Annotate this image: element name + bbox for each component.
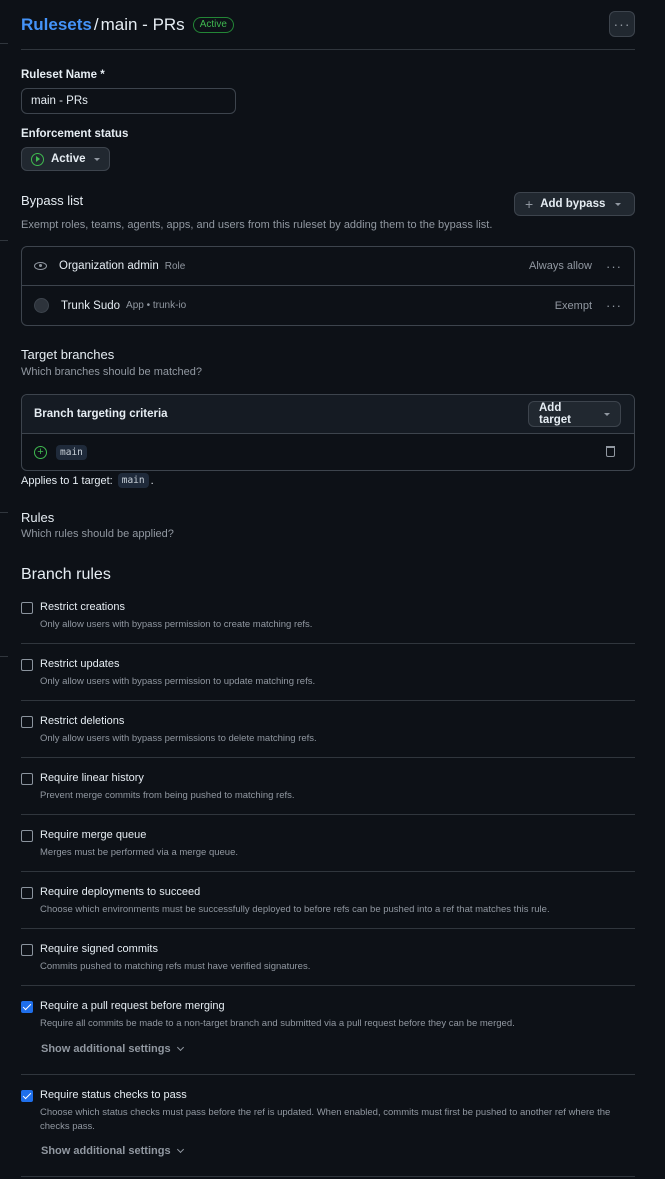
- add-bypass-button[interactable]: + Add bypass: [514, 192, 635, 216]
- rule-title: Require linear history: [40, 772, 144, 784]
- edge-divider: [0, 656, 8, 657]
- show-additional-settings-button[interactable]: Show additional settings: [41, 1043, 184, 1055]
- page-title: main - PRs: [100, 15, 185, 34]
- edge-divider: [0, 240, 8, 241]
- rule-description: Choose which environments must be succes…: [40, 904, 550, 915]
- rule-checkbox[interactable]: [21, 773, 33, 785]
- breadcrumb-separator: /: [93, 15, 99, 34]
- rule-title: Require deployments to succeed: [40, 886, 201, 898]
- chevron-down-icon: [176, 1043, 184, 1052]
- rule-description: Choose which status checks must pass bef…: [40, 1107, 611, 1132]
- enforcement-status-value: Active: [51, 153, 86, 165]
- branch-targeting-title: Branch targeting criteria: [34, 408, 168, 420]
- bypass-list: Organization admin Role Always allow ···…: [21, 246, 635, 326]
- bypass-entry: Organization admin Role Always allow ···: [22, 247, 634, 286]
- bypass-entry-name: Organization admin: [59, 260, 159, 272]
- rule-checkbox[interactable]: [21, 602, 33, 614]
- kebab-horizontal-icon: ···: [613, 16, 631, 32]
- applies-branch: main: [117, 473, 149, 488]
- rule-checkbox[interactable]: [21, 716, 33, 728]
- caret-down-icon: [93, 157, 100, 161]
- rule-checkbox[interactable]: [21, 944, 33, 956]
- branch-rules-title: Branch rules: [21, 566, 111, 583]
- bypass-mode: Always allow: [529, 260, 592, 272]
- rule-title: Require a pull request before merging: [40, 1000, 225, 1012]
- ruleset-name-value: main - PRs: [31, 95, 88, 107]
- rule-description: Commits pushed to matching refs must hav…: [40, 961, 311, 972]
- bypass-entry-meta: Role: [164, 260, 186, 272]
- ruleset-name-label: Ruleset Name *: [21, 69, 105, 81]
- eye-icon: [34, 262, 47, 270]
- applies-suffix: .: [150, 474, 154, 487]
- add-target-label: Add target: [539, 402, 571, 426]
- play-circle-icon: [31, 152, 44, 166]
- target-branch-name: main: [56, 445, 87, 460]
- app-avatar: [34, 298, 49, 313]
- add-bypass-label: Add bypass: [540, 198, 606, 210]
- breadcrumb-rulesets-link[interactable]: Rulesets: [21, 15, 92, 35]
- branch-targeting-box: Branch targeting criteria Add target + m…: [21, 394, 635, 471]
- rule-checkbox[interactable]: [21, 659, 33, 671]
- rule-checkbox[interactable]: [21, 1090, 33, 1102]
- rule-title: Require merge queue: [40, 829, 147, 841]
- rule-description: Only allow users with bypass permission …: [40, 619, 313, 630]
- caret-down-icon: [615, 202, 622, 206]
- applies-to-text: Applies to 1 target: main .: [21, 473, 154, 488]
- kebab-horizontal-icon[interactable]: ···: [606, 259, 622, 274]
- add-target-button[interactable]: Add target: [528, 401, 621, 427]
- plus-circle-icon: +: [34, 446, 47, 459]
- rule-title: Restrict deletions: [40, 715, 125, 727]
- show-additional-settings-label: Show additional settings: [41, 1145, 171, 1157]
- rule-divider: [21, 700, 635, 701]
- rule-divider: [21, 757, 635, 758]
- rule-divider: [21, 1074, 635, 1075]
- bypass-entry-name: Trunk Sudo: [61, 299, 121, 312]
- rule-divider: [21, 1176, 635, 1177]
- rule-divider: [21, 814, 635, 815]
- chevron-down-icon: [176, 1145, 184, 1154]
- rule-description: Merges must be performed via a merge que…: [40, 847, 239, 858]
- bypass-mode: Exempt: [554, 299, 592, 312]
- enforcement-status-dropdown[interactable]: Active: [21, 147, 110, 171]
- bypass-list-subtitle: Exempt roles, teams, agents, apps, and u…: [21, 219, 493, 231]
- rule-checkbox[interactable]: [21, 1001, 33, 1013]
- bypass-list-title: Bypass list: [21, 193, 84, 208]
- target-branches-subtitle: Which branches should be matched?: [21, 366, 202, 378]
- rule-divider: [21, 643, 635, 644]
- rule-description: Require all commits be made to a non-tar…: [40, 1018, 515, 1029]
- rule-checkbox[interactable]: [21, 830, 33, 842]
- status-badge: Active: [192, 17, 234, 33]
- rule-description: Only allow users with bypass permissions…: [40, 733, 317, 744]
- caret-down-icon: [604, 412, 610, 416]
- rule-title: Require status checks to pass: [40, 1089, 187, 1101]
- show-additional-settings-button[interactable]: Show additional settings: [41, 1145, 184, 1157]
- header-divider: [21, 49, 635, 50]
- rule-description: Prevent merge commits from being pushed …: [40, 790, 295, 801]
- applies-prefix: Applies to 1 target:: [21, 474, 113, 487]
- enforcement-status-label: Enforcement status: [21, 128, 129, 140]
- show-additional-settings-label: Show additional settings: [41, 1043, 171, 1055]
- rules-subtitle: Which rules should be applied?: [21, 528, 174, 540]
- more-options-button[interactable]: ···: [609, 11, 635, 37]
- bypass-entry-meta: App • trunk-io: [126, 300, 187, 311]
- page-header: Rulesets / main - PRs Active ···: [21, 11, 635, 39]
- edge-divider: [0, 512, 8, 513]
- rule-divider: [21, 985, 635, 986]
- edge-divider: [0, 43, 8, 44]
- plus-icon: +: [525, 196, 534, 212]
- rule-title: Require signed commits: [40, 943, 158, 955]
- ruleset-name-input[interactable]: main - PRs: [21, 88, 236, 114]
- rule-description: Only allow users with bypass permission …: [40, 676, 316, 687]
- rules-title: Rules: [21, 510, 55, 525]
- rule-title: Restrict updates: [40, 658, 120, 670]
- rule-divider: [21, 871, 635, 872]
- target-branches-title: Target branches: [21, 347, 115, 362]
- rule-checkbox[interactable]: [21, 887, 33, 899]
- kebab-horizontal-icon[interactable]: ···: [606, 298, 622, 313]
- trash-icon[interactable]: [606, 446, 615, 457]
- rule-divider: [21, 928, 635, 929]
- bypass-entry: Trunk Sudo App • trunk-io Exempt ···: [22, 286, 634, 325]
- rule-title: Restrict creations: [40, 601, 125, 613]
